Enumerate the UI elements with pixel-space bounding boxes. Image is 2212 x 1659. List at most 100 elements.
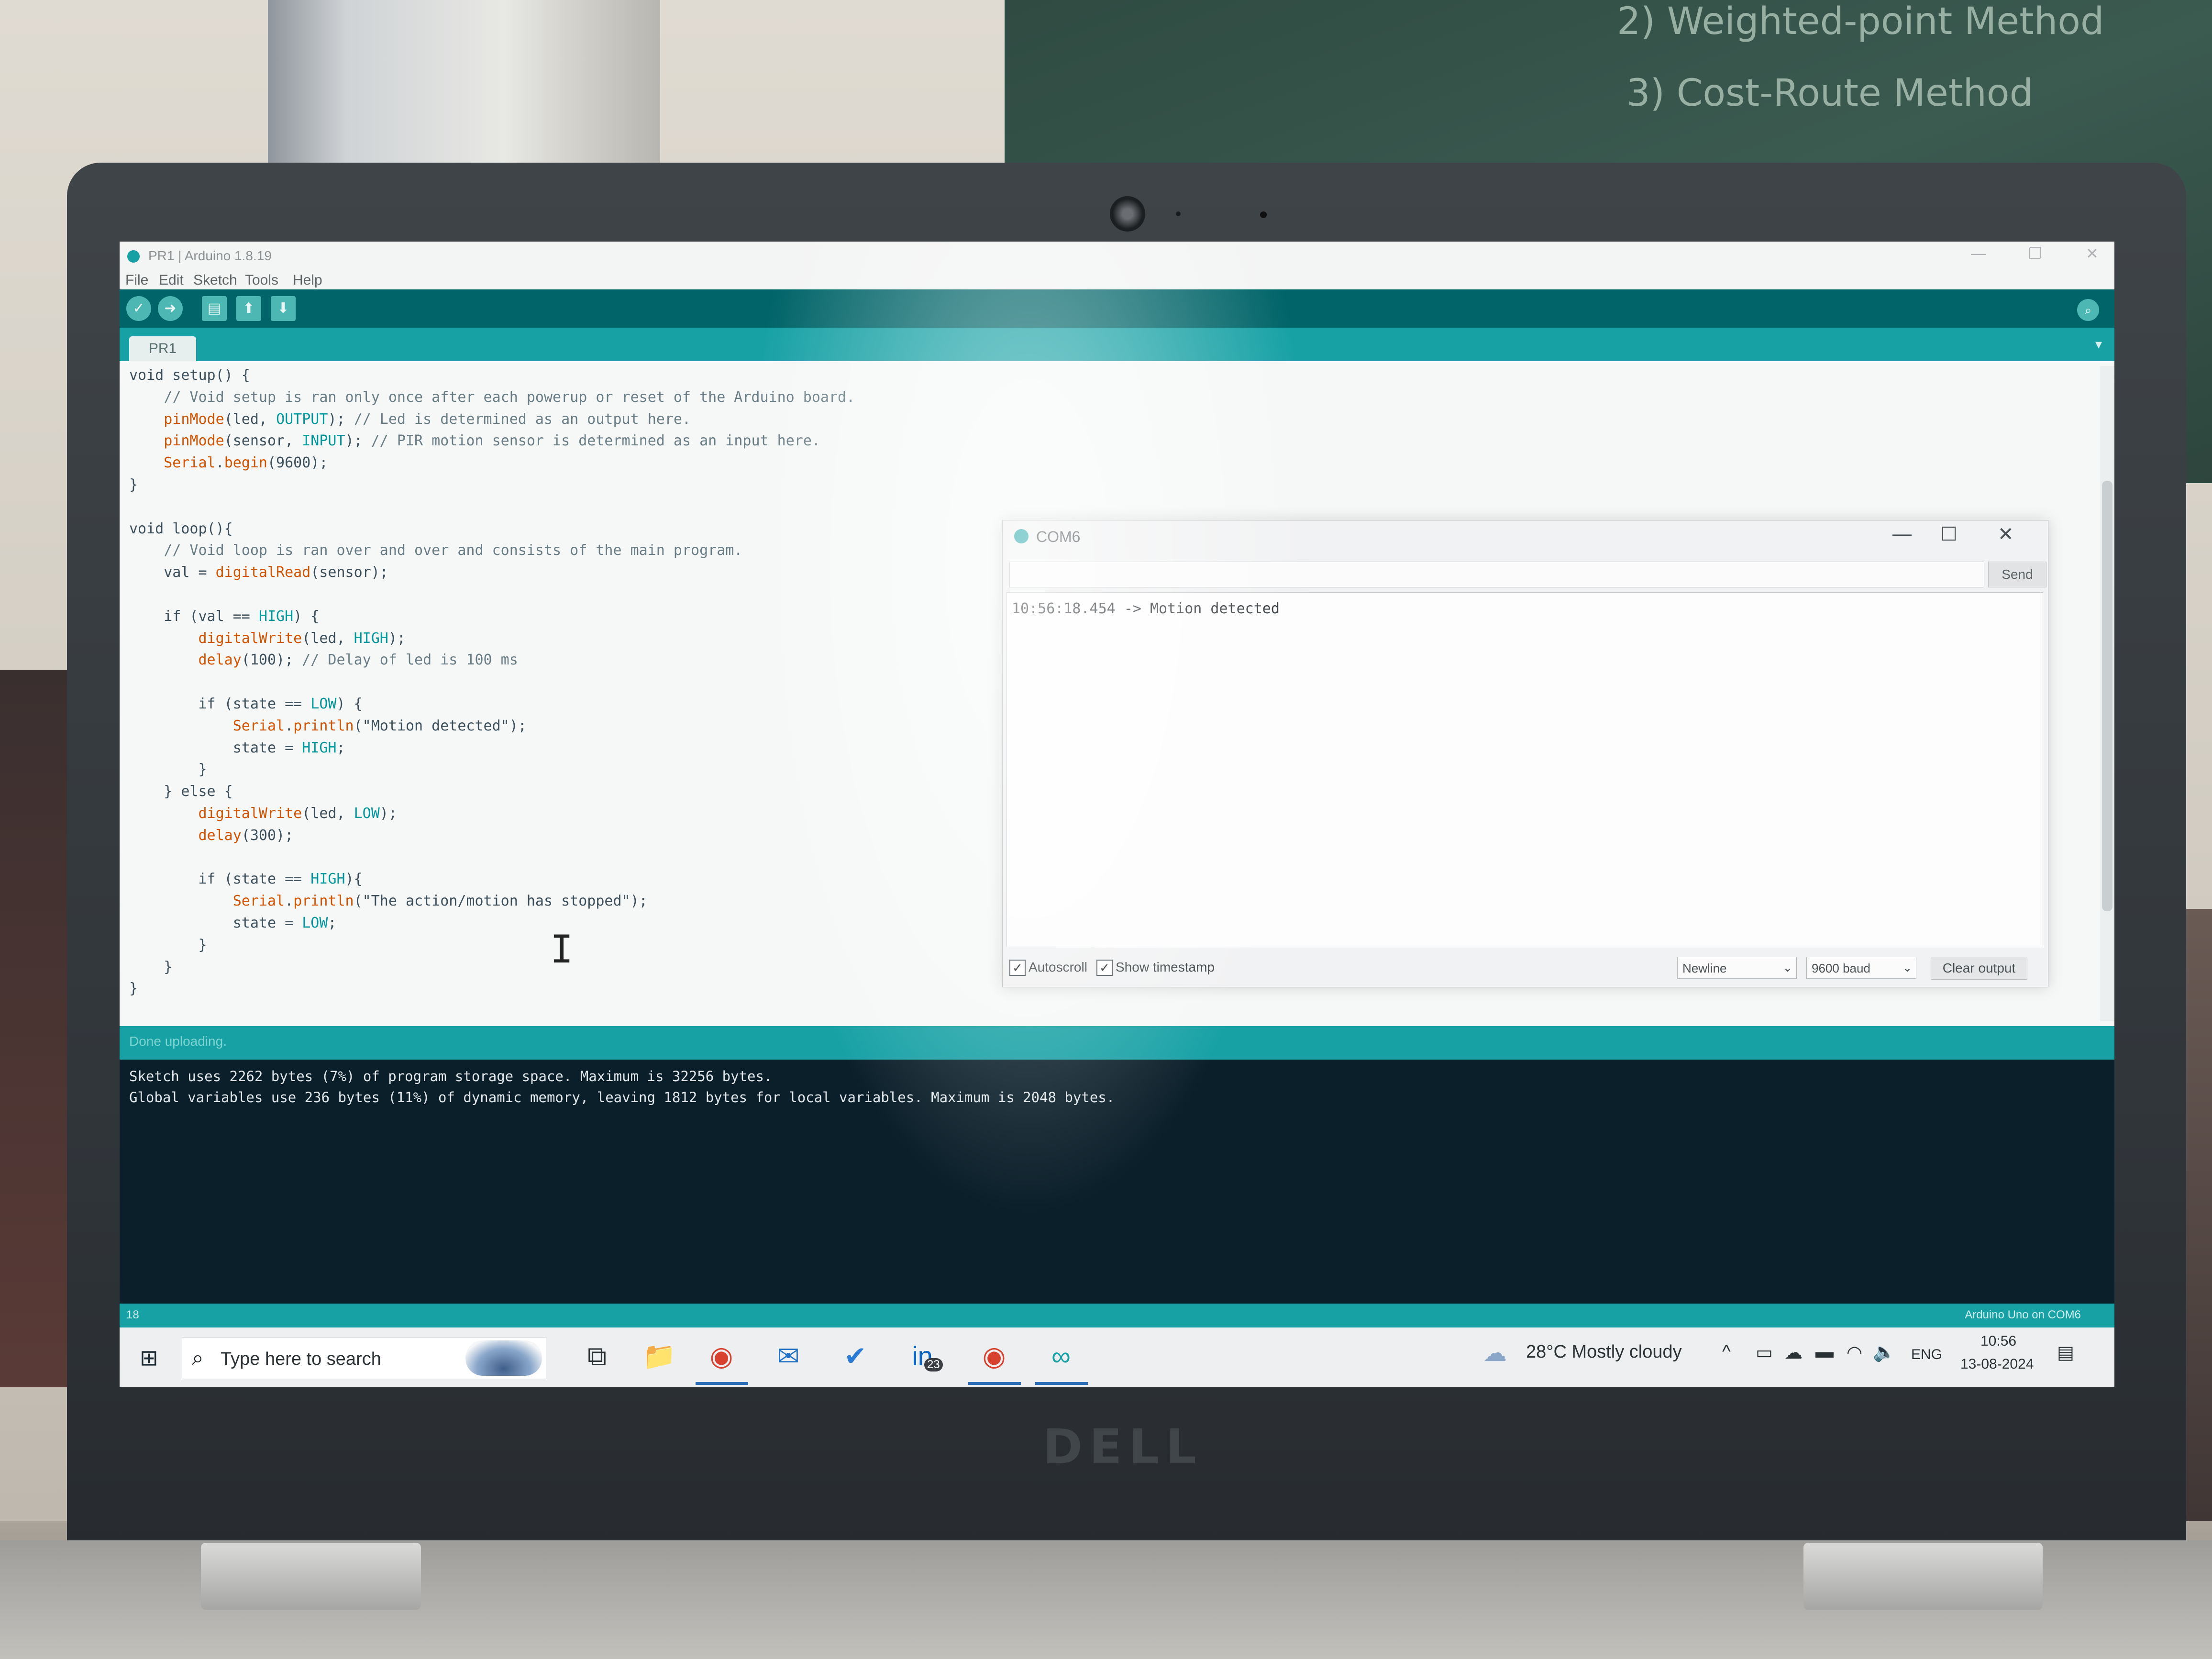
code-line[interactable]: void loop(){ [129,520,233,539]
code-line[interactable]: if (state == LOW) { [129,695,362,714]
windows-start-icon[interactable]: ⊞ [140,1347,162,1369]
open-button[interactable]: ⬆ [236,296,261,321]
code-line[interactable]: digitalWrite(led, HIGH); [129,629,406,648]
menu-sketch[interactable]: Sketch [193,272,237,288]
show-timestamp-checkbox[interactable]: ✓ [1096,960,1113,976]
clock-date[interactable]: 13-08-2024 [1960,1356,2034,1372]
tab-menu-icon[interactable]: ▾ [2095,336,2102,352]
code-line[interactable]: if (val == HIGH) { [129,607,319,626]
code-line[interactable]: pinMode(led, OUTPUT); // Led is determin… [129,410,691,429]
tab-pr1[interactable]: PR1 [129,336,196,361]
code-line[interactable]: pinMode(sensor, INPUT); // PIR motion se… [129,431,820,451]
serial-monitor-window[interactable]: COM6 — ☐ ✕ Send 10:56:18.454 -> Motion d… [1002,520,2048,987]
serial-monitor-footer: ✓ Autoscroll ✓ Show timestamp Newline ⌄ … [1003,952,2048,985]
autoscroll-label[interactable]: Autoscroll [1029,960,1087,975]
window-frame [268,0,660,182]
search-icon: ⌕ [192,1346,204,1370]
code-line[interactable]: if (state == HIGH){ [129,870,362,889]
menu-tools[interactable]: Tools [245,272,278,288]
code-line[interactable]: Serial.println("The action/motion has st… [129,892,648,911]
code-line[interactable]: delay(300); [129,826,294,845]
taskbar-chrome-icon[interactable]: ◉ [703,1338,740,1374]
weather-text[interactable]: 28°C Mostly cloudy [1526,1342,1682,1362]
taskbar-mail-icon[interactable]: ✉ [770,1338,807,1374]
line-number: 18 [126,1308,139,1321]
taskbar-chrome-profile-icon[interactable]: ◉ [976,1338,1012,1374]
taskbar-task-view-icon[interactable]: ⧉ [579,1338,615,1374]
active-app-indicator [1035,1382,1088,1385]
serial-monitor-title: COM6 [1036,528,1081,545]
maximize-button[interactable]: ❐ [2028,244,2042,263]
console-output: Sketch uses 2262 bytes (7%) of program s… [120,1060,2114,1304]
clock-time[interactable]: 10:56 [1980,1333,2016,1349]
notification-icon[interactable]: ▤ [2057,1342,2074,1363]
baud-rate-select[interactable]: 9600 baud ⌄ [1806,957,1916,979]
code-line[interactable]: delay(100); // Delay of led is 100 ms [129,651,518,670]
taskbar-todo-icon[interactable]: ✔ [837,1338,874,1374]
menu-edit[interactable]: Edit [159,272,184,288]
notification-badge: 23 [924,1358,943,1371]
code-line[interactable]: val = digitalRead(sensor); [129,563,388,582]
onedrive-icon[interactable]: ☁ [1784,1342,1803,1363]
toolbar: ✓ ➜ ▤ ⬆ ⬇ ⌕ [120,289,2114,328]
close-button[interactable]: ✕ [1998,523,2014,545]
chevron-down-icon: ⌄ [1782,962,1792,974]
language-indicator[interactable]: ENG [1911,1347,1942,1363]
menu-help[interactable]: Help [293,272,322,288]
taskbar-search[interactable]: ⌕ Type here to search [182,1337,546,1379]
search-highlight-image [465,1340,542,1376]
code-line[interactable]: } [129,958,172,977]
clear-output-button[interactable]: Clear output [1931,957,2027,980]
hinge-right [1803,1543,2043,1610]
chevron-down-icon: ⌄ [1902,962,1912,974]
code-line[interactable]: // Void setup is ran only once after eac… [129,388,855,407]
code-line[interactable]: } [129,936,207,955]
taskbar-file-explorer-icon[interactable]: 📁 [641,1338,677,1374]
code-line[interactable]: digitalWrite(led, LOW); [129,804,397,823]
minimize-button[interactable]: — [1971,244,1986,262]
weather-icon[interactable]: ☁ [1483,1339,1507,1367]
minimize-button[interactable]: — [1892,523,1912,545]
code-line[interactable]: state = LOW; [129,914,337,933]
upload-button[interactable]: ➜ [158,296,183,321]
send-button[interactable]: Send [1988,562,2046,587]
hinge-left [201,1543,421,1610]
volume-icon[interactable]: 🔈 [1873,1342,1895,1363]
arduino-icon [127,250,140,263]
tray-chevron-icon[interactable]: ^ [1722,1342,1731,1362]
chalkboard-text: 2) Weighted-point Method [1617,0,2104,43]
line-ending-select[interactable]: Newline ⌄ [1677,957,1797,979]
line-ending-value: Newline [1682,961,1727,975]
window-titlebar[interactable]: PR1 | Arduino 1.8.19 — ❐ ✕ [120,242,2114,265]
code-line[interactable]: void setup() { [129,366,250,385]
wifi-icon[interactable]: ◠ [1847,1342,1862,1363]
battery-icon[interactable]: ▬ [1815,1342,1834,1362]
console-status: Done uploading. [129,1034,227,1049]
show-timestamp-label[interactable]: Show timestamp [1116,960,1215,975]
maximize-button[interactable]: ☐ [1940,523,1958,545]
serial-input-field[interactable] [1009,562,1984,587]
code-line[interactable]: state = HIGH; [129,739,345,758]
webcam-light [1176,211,1181,216]
code-line[interactable]: } [129,476,138,495]
taskbar-arduino-icon[interactable]: ∞ [1043,1338,1079,1374]
close-button[interactable]: ✕ [2086,244,2099,263]
new-button[interactable]: ▤ [202,296,227,321]
code-line[interactable]: } else { [129,782,233,801]
code-line[interactable]: } [129,760,207,779]
serial-monitor-button[interactable]: ⌕ [2077,299,2099,321]
code-line[interactable]: // Void loop is ran over and over and co… [129,541,742,560]
status-bar: 18 Arduino Uno on COM6 [120,1304,2114,1327]
laptop-logo: DELL [1043,1419,1203,1475]
code-line[interactable]: } [129,979,138,998]
code-line[interactable]: Serial.begin(9600); [129,453,328,473]
autoscroll-checkbox[interactable]: ✓ [1009,960,1026,976]
meet-now-icon[interactable]: ▭ [1756,1342,1773,1363]
menu-file[interactable]: File [125,272,148,288]
scrollbar-thumb[interactable] [2102,481,2112,911]
code-line[interactable]: Serial.println("Motion detected"); [129,717,527,736]
serial-output[interactable]: 10:56:18.454 -> Motion detected [1006,592,2043,947]
verify-button[interactable]: ✓ [126,296,151,321]
editor-scrollbar[interactable] [2100,366,2114,1021]
save-button[interactable]: ⬇ [271,296,296,321]
